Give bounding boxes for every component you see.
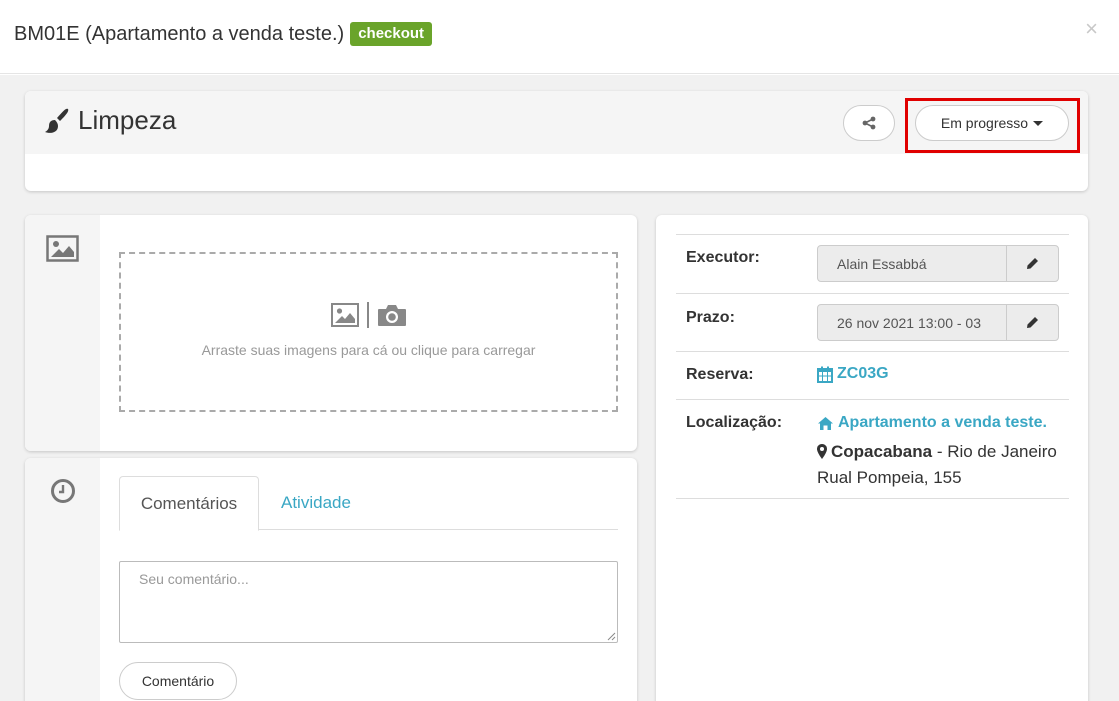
booking-code: ZC03G [837,365,889,382]
camera-icon [377,305,406,326]
executor-label: Executor: [686,249,760,266]
tab-activity[interactable]: Atividade [281,476,351,530]
location-row: Localização: Apartamento a venda teste. [676,399,1069,499]
resize-grip-icon[interactable] [606,631,616,641]
share-button[interactable] [843,105,895,141]
location-value: Apartamento a venda teste. Copacabana - … [817,410,1057,491]
status-dropdown[interactable]: Em progresso [915,105,1069,141]
submit-comment-button[interactable]: Comentário [119,662,237,700]
booking-link[interactable]: ZC03G [817,365,889,383]
pencil-icon [1027,258,1038,269]
clock-icon [51,479,75,503]
executor-row: Executor: Alain Essabbá [676,234,1069,293]
property-name: Apartamento a venda teste. [838,414,1047,431]
location-address: Rual Pompeia, 155 [817,467,962,487]
task-header: Limpeza Em progresso [25,91,1088,154]
map-marker-icon [817,444,827,459]
home-icon [818,416,833,430]
comments-card: Comentários Atividade Comentário [25,458,637,701]
dropzone-separator [366,302,369,328]
details-card: Executor: Alain Essabbá Prazo: 26 nov 20… [656,215,1088,701]
edit-executor-button[interactable] [1007,246,1058,281]
checkout-badge: checkout [350,22,433,46]
images-card: Arraste suas imagens para cá ou clique p… [25,215,637,451]
dropzone-icons [330,302,407,328]
details-list: Executor: Alain Essabbá Prazo: 26 nov 20… [676,234,1069,499]
comments-tabs: Comentários Atividade [119,476,618,531]
comments-sidebar [25,458,100,701]
deadline-label: Prazo: [686,309,735,326]
booking-row: Reserva: ZC03G [676,351,1069,399]
executor-value: Alain Essabbá [818,246,1007,281]
image-dropzone[interactable]: Arraste suas imagens para cá ou clique p… [119,252,618,412]
modal-title: BM01E (Apartamento a venda teste.) check… [14,22,433,46]
paint-brush-icon [45,108,69,133]
location-label: Localização: [686,414,783,431]
executor-field: Alain Essabbá [817,245,1059,282]
calendar-icon [817,366,833,383]
property-link[interactable]: Apartamento a venda teste. [817,410,1047,436]
booking-label: Reserva: [686,366,754,383]
deadline-value: 26 nov 2021 13:00 - 03 [818,305,1007,340]
deadline-field: 26 nov 2021 13:00 - 03 [817,304,1059,341]
image-icon [46,235,79,262]
caret-down-icon [1033,120,1044,126]
dropzone-hint: Arraste suas imagens para cá ou clique p… [201,342,536,358]
location-neighborhood: Copacabana [831,441,933,461]
edit-deadline-button[interactable] [1007,305,1058,340]
pencil-icon [1027,317,1038,328]
share-icon [862,116,876,130]
close-button[interactable]: × [1085,16,1098,42]
modal-body: Limpeza Em progresso Arraste suas imagen… [0,75,1119,701]
image-icon [330,303,359,327]
location-city: - Rio de Janeiro [932,441,1057,461]
tab-comments[interactable]: Comentários [119,476,259,531]
location-neighborhood-line: Copacabana - Rio de Janeiro [817,439,1057,465]
task-title-text: Limpeza [78,105,177,135]
task-title: Limpeza [44,105,176,136]
task-header-card: Limpeza Em progresso [25,91,1088,191]
comment-input[interactable] [119,561,618,643]
modal-header: BM01E (Apartamento a venda teste.) check… [0,0,1119,74]
status-label: Em progresso [940,115,1029,131]
modal-title-text: BM01E (Apartamento a venda teste.) [14,22,345,45]
images-sidebar [25,215,100,451]
deadline-row: Prazo: 26 nov 2021 13:00 - 03 [676,293,1069,351]
